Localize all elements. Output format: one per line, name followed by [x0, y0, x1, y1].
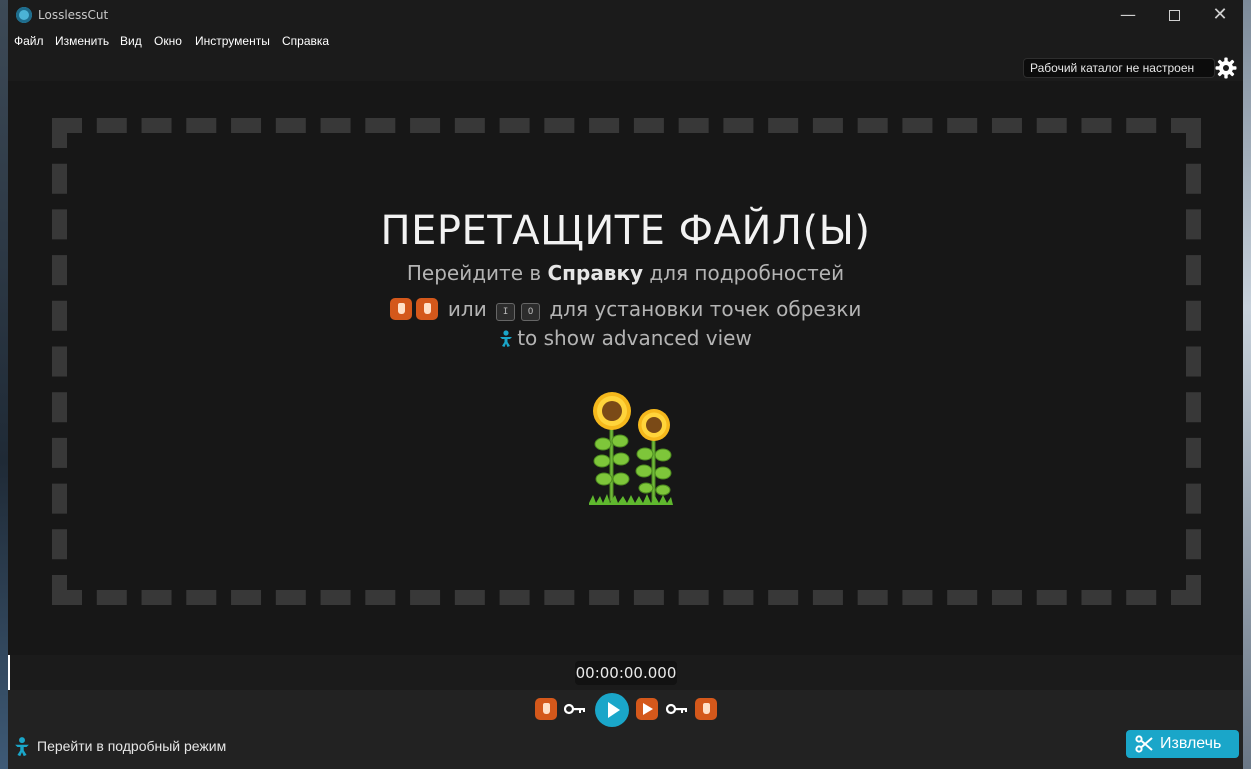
dropzone-border: [52, 118, 1201, 605]
drop-area[interactable]: ПЕРЕТАЩИТЕ ФАЙЛ(Ы) Перейдите в Справку д…: [8, 81, 1243, 655]
advanced-mode-label: Перейти в подробный режим: [37, 738, 227, 754]
export-label: Извлечь: [1160, 735, 1222, 752]
key-i: I: [496, 303, 516, 321]
or-text: или: [441, 297, 494, 321]
minimize-button[interactable]: —: [1105, 0, 1151, 32]
baby-icon: [500, 330, 513, 347]
scissors-icon: [1135, 735, 1153, 753]
playhead-cursor[interactable]: [8, 655, 10, 690]
working-directory-button[interactable]: Рабочий каталог не настроен: [1023, 58, 1215, 78]
gear-icon[interactable]: [1214, 56, 1238, 80]
top-toolbar: Рабочий каталог не настроен: [8, 52, 1243, 81]
app-logo-icon: [16, 7, 32, 23]
desktop-background-left: [0, 0, 8, 769]
maximize-button[interactable]: [1151, 0, 1197, 32]
desktop-background-right: [1243, 0, 1251, 769]
advanced-view-hint: to show advanced view: [8, 326, 1243, 350]
menu-help[interactable]: Справка: [282, 34, 329, 48]
menu-view[interactable]: Вид: [120, 34, 142, 48]
window-title: LosslessCut: [38, 8, 109, 22]
help-suffix: для подробностей: [643, 261, 845, 285]
drop-files-title: ПЕРЕТАЩИТЕ ФАЙЛ(Ы): [380, 208, 871, 254]
maximize-icon: [1168, 10, 1180, 21]
menu-bar: Файл Изменить Вид Окно Инструменты Справ…: [8, 32, 1243, 52]
export-button[interactable]: Извлечь: [1126, 730, 1239, 758]
set-cut-end-button[interactable]: [695, 698, 717, 720]
title-bar: LosslessCut — ✕: [8, 0, 1243, 32]
menu-window[interactable]: Окно: [154, 34, 182, 48]
jump-cut-end-button[interactable]: [636, 698, 658, 720]
set-cut-start-icon: [389, 298, 412, 320]
help-prefix: Перейдите в: [406, 261, 548, 285]
set-cut-end-icon: [415, 298, 438, 320]
play-button[interactable]: [595, 693, 629, 727]
timecode-display[interactable]: 00:00:00.000: [575, 661, 677, 685]
set-cut-start-button[interactable]: [535, 698, 557, 720]
sunflower-icon: [589, 392, 673, 505]
key-icon[interactable]: [564, 703, 586, 715]
key-icon[interactable]: [666, 703, 688, 715]
cutpoint-hint: или IO для установки точек обрезки: [8, 297, 1243, 321]
help-link[interactable]: Справку: [548, 261, 644, 285]
help-hint: Перейдите в Справку для подробностей: [8, 261, 1243, 285]
advanced-hint-text: to show advanced view: [517, 326, 752, 350]
menu-tools[interactable]: Инструменты: [195, 34, 270, 48]
close-button[interactable]: ✕: [1197, 0, 1243, 32]
menu-file[interactable]: Файл: [14, 34, 44, 48]
cutpoints-text: для установки точек обрезки: [549, 297, 862, 321]
baby-icon: [15, 737, 29, 757]
key-o: O: [521, 303, 541, 321]
playback-controls: Перейти в подробный режим Извлечь: [8, 690, 1243, 769]
timeline[interactable]: 00:00:00.000: [8, 655, 1243, 690]
app-window: LosslessCut — ✕ Файл Изменить Вид Окно И…: [8, 0, 1243, 769]
menu-edit[interactable]: Изменить: [55, 34, 109, 48]
